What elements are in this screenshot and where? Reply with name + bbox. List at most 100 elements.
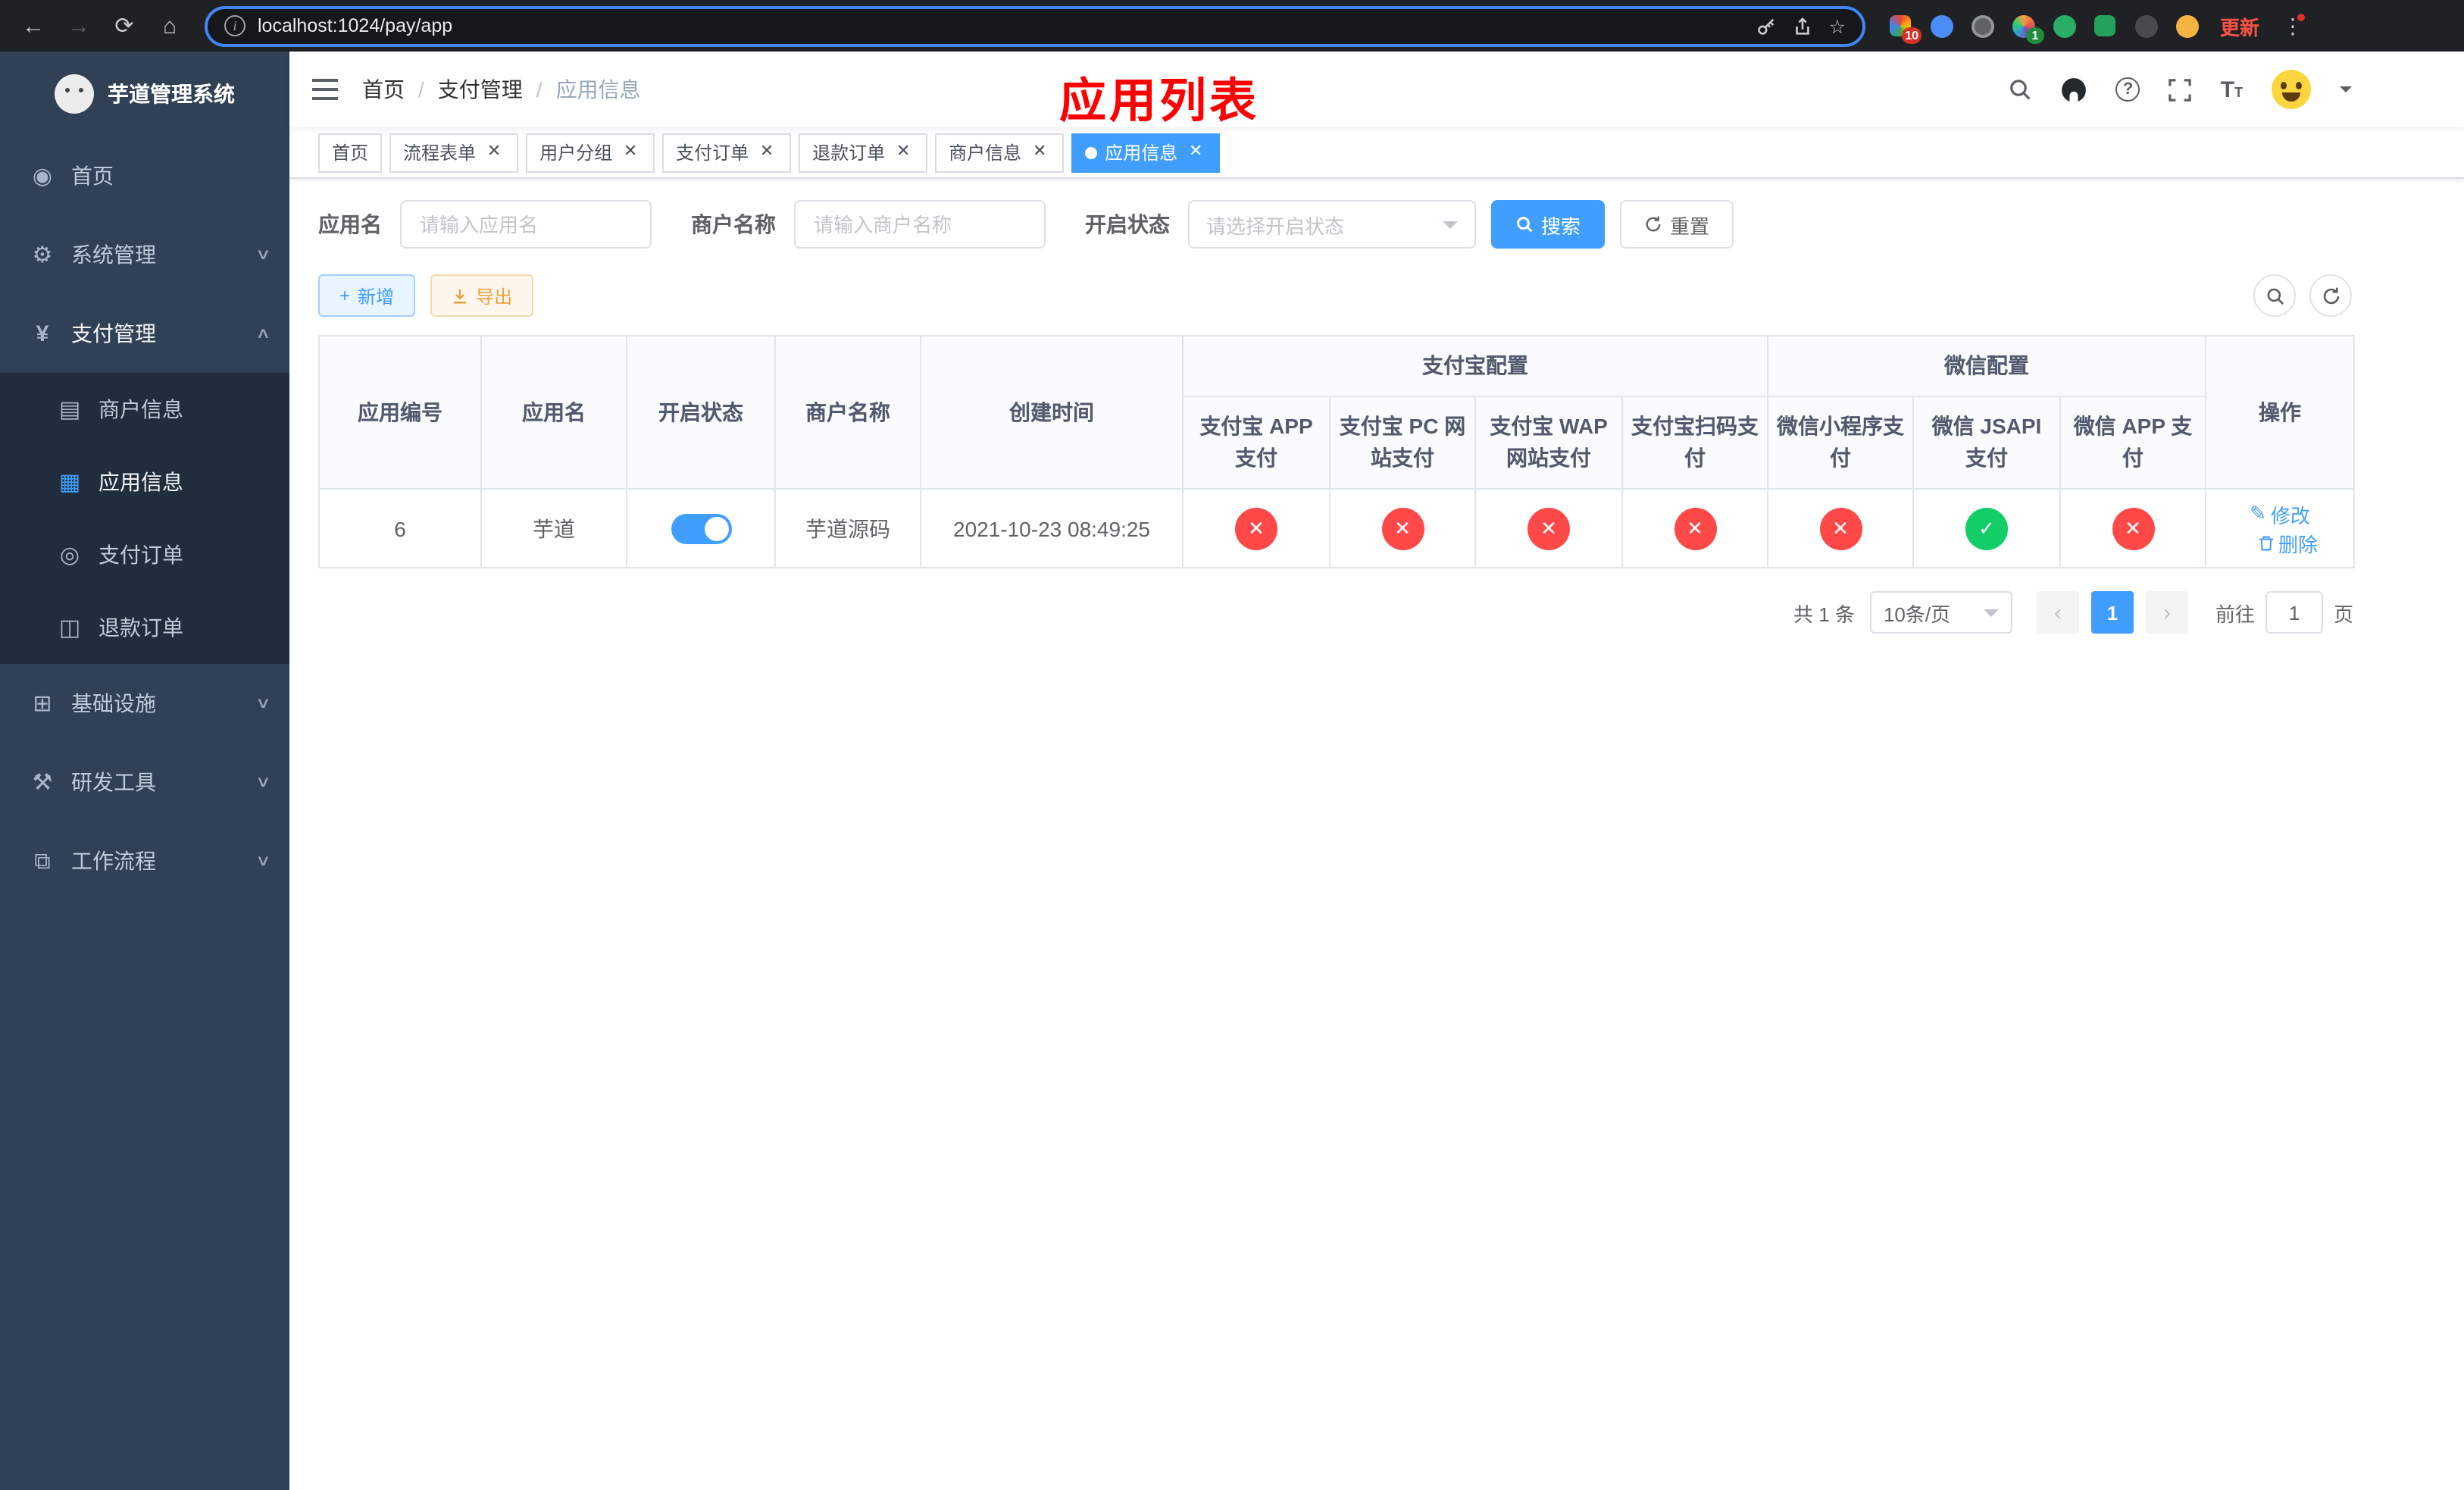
extension-icon-1[interactable]: 10 [1887,12,1921,44]
tab-close-icon[interactable]: ✕ [756,142,777,163]
app-name-input[interactable] [400,200,652,249]
sidebar-item-home[interactable]: ◉ 首页 [0,136,289,215]
add-button[interactable]: + 新增 [318,274,416,317]
tab-close-icon[interactable]: ✕ [1029,142,1050,163]
navbar: 首页 / 支付管理 / 应用信息 ? TT [289,52,2464,127]
share-icon[interactable] [1793,16,1812,36]
sidebar-item-pay-order[interactable]: ◎ 支付订单 [0,518,289,591]
extension-icon-6[interactable] [2091,12,2118,39]
wechat-app-status-icon: ✕ [2112,507,2154,549]
next-page-button[interactable]: › [2145,591,2188,634]
gear-icon: ⚙ [32,243,53,268]
tab-close-icon[interactable]: ✕ [1185,142,1206,163]
col-header-wechat-app: 微信 APP 支付 [2059,396,2207,490]
delete-link[interactable]: 删除 [2257,528,2318,557]
reset-button[interactable]: 重置 [1620,200,1734,249]
search-button[interactable]: 搜索 [1491,200,1606,249]
dashboard-icon: ◉ [32,164,53,189]
avatar-caret-icon[interactable] [2340,86,2352,99]
col-header-created: 创建时间 [920,335,1184,490]
alipay-qr-status-icon: ✕ [1674,507,1716,549]
status-select[interactable]: 请选择开启状态 [1188,200,1476,249]
col-group-alipay: 支付宝配置 [1182,335,1768,397]
extension-icon-4[interactable]: 1 [2009,12,2044,44]
col-header-alipay-app: 支付宝 APP 支付 [1182,396,1330,490]
password-key-icon[interactable] [1756,16,1776,36]
sidebar-item-workflow[interactable]: ⧉ 工作流程 ∨ [0,822,289,900]
tab-flow-form[interactable]: 流程表单 ✕ [389,133,519,172]
tab-home[interactable]: 首页 [318,133,383,172]
tab-close-icon[interactable]: ✕ [483,142,505,163]
tab-user-group[interactable]: 用户分组 ✕ [526,133,655,172]
bookmark-star-icon[interactable]: ☆ [1829,14,1846,37]
tab-close-icon[interactable]: ✕ [620,142,641,163]
toolbox-icon: ⚒ [32,770,53,796]
extension-icon-8[interactable] [2173,12,2200,39]
app-logo[interactable]: 芋道管理系统 [0,52,289,136]
status-switch[interactable] [671,513,731,543]
chevron-up-icon: ∧ [255,325,270,342]
yen-icon: ¥ [36,321,49,346]
cell-created: 2021-10-23 08:49:25 [920,488,1184,568]
page-info-icon[interactable]: i [224,15,245,36]
chrome-update-button[interactable]: 更新 [2220,11,2259,40]
tab-refund-order[interactable]: 退款订单 ✕ [799,133,928,172]
sidebar-item-refund-order[interactable]: ◫ 退款订单 [0,591,289,664]
page-size-select[interactable]: 10条/页 [1869,591,2012,634]
extension-icon-3[interactable] [1968,12,1996,39]
help-icon[interactable]: ? [2115,77,2140,102]
table-row: 6 芋道 芋道源码 2021-10-23 08:49:25 ✕ ✕ ✕ ✕ ✕ … [318,488,2356,568]
font-size-icon[interactable]: TT [2221,78,2243,101]
sidebar-item-merchant-info[interactable]: ▤ 商户信息 [0,373,289,446]
tab-close-icon[interactable]: ✕ [893,142,914,163]
export-button[interactable]: 导出 [430,274,534,317]
reload-icon[interactable]: ⟳ [105,6,144,45]
url-text: localhost:1024/pay/app [258,15,453,36]
home-icon[interactable]: ⌂ [150,6,189,45]
col-header-status: 开启状态 [626,335,776,490]
merchant-name-input[interactable] [794,200,1046,249]
tab-pay-order[interactable]: 支付订单 ✕ [662,133,792,172]
alipay-app-status-icon: ✕ [1235,507,1277,549]
col-header-wechat-lite: 微信小程序支付 [1767,396,1914,490]
tab-app-info[interactable]: 应用信息 ✕ [1071,133,1221,172]
back-icon[interactable]: ← [14,6,53,45]
chrome-menu-icon[interactable]: ⋮ [2279,13,2306,39]
browser-toolbar: ← → ⟳ ⌂ i localhost:1024/pay/app ☆ 10 1 [0,0,2464,52]
chevron-down-icon [1443,221,1458,236]
page-number-1[interactable]: 1 [2090,591,2134,634]
wechat-jsapi-status-icon: ✓ [1965,507,2008,549]
cell-id: 6 [318,488,482,568]
edit-link[interactable]: ✎ 修改 [2250,499,2310,528]
goto-label: 前往 [2215,603,2255,625]
github-icon[interactable] [2062,77,2087,102]
avatar[interactable] [2272,70,2311,109]
trash-icon [2258,535,2273,550]
toggle-search-icon[interactable] [2253,274,2296,317]
search-icon[interactable] [2009,77,2033,102]
sidebar-item-infra[interactable]: ⊞ 基础设施 ∨ [0,664,289,743]
sidebar-toggle-icon[interactable] [312,79,338,100]
goto-suffix: 页 [2333,603,2353,625]
tab-merchant-info[interactable]: 商户信息 ✕ [935,133,1065,172]
breadcrumb: 首页 / 支付管理 / 应用信息 [362,74,641,105]
sidebar-item-devtools[interactable]: ⚒ 研发工具 ∨ [0,743,289,822]
download-icon [453,288,467,303]
breadcrumb-current: 应用信息 [555,77,641,102]
sidebar-item-payment[interactable]: ¥ 支付管理 ∧ [0,294,289,373]
refresh-icon[interactable] [2309,274,2352,317]
extension-icon-5[interactable] [2050,12,2078,39]
prev-page-button[interactable]: ‹ [2036,591,2079,634]
breadcrumb-home[interactable]: 首页 [362,74,405,105]
pagination: 共 1 条 10条/页 ‹ 1 › 前往 页 [318,591,2353,634]
forward-icon[interactable]: → [59,6,98,45]
extension-icon-7[interactable] [2132,12,2159,39]
sidebar-item-system[interactable]: ⚙ 系统管理 ∨ [0,215,289,294]
extension-icon-2[interactable] [1928,12,1955,39]
address-bar[interactable]: i localhost:1024/pay/app ☆ [205,5,1865,46]
extensions-area: 10 1 更新 ⋮ [1887,11,2306,44]
sidebar-item-app-info[interactable]: ▦ 应用信息 [0,446,289,518]
breadcrumb-payment[interactable]: 支付管理 [438,74,523,105]
goto-page-input[interactable] [2265,591,2323,634]
fullscreen-icon[interactable] [2169,78,2192,101]
